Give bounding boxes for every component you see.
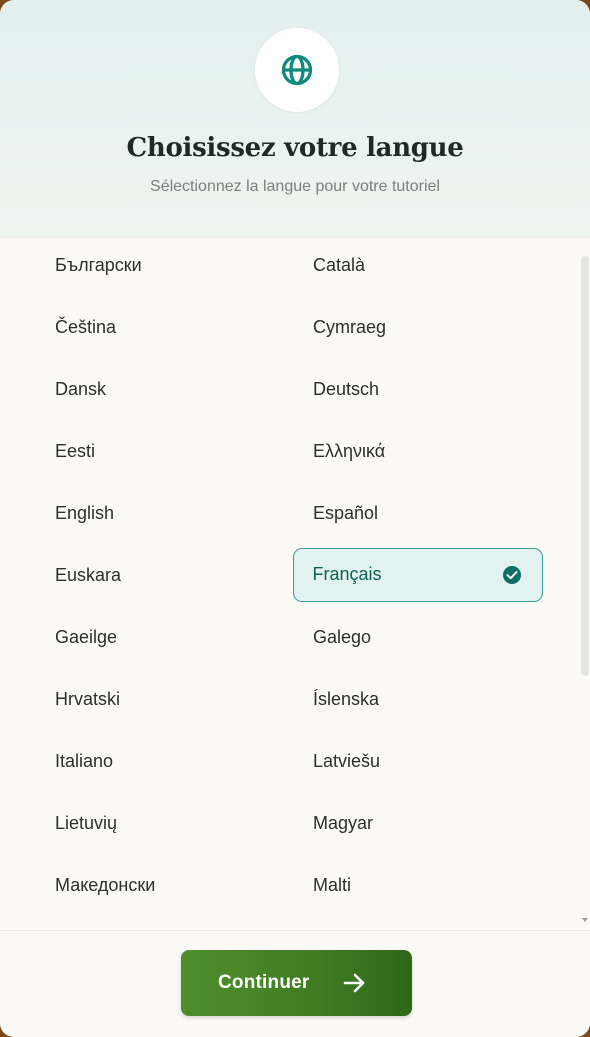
globe-badge [255, 28, 339, 112]
language-label: Français [312, 564, 382, 584]
language-label: Lietuvių [55, 813, 118, 833]
language-option[interactable]: Latviešu [293, 734, 543, 788]
language-list[interactable]: Български Català Čeština Cymraeg Dansk Deutsc… [0, 238, 590, 930]
language-label: Deutsch [313, 379, 380, 399]
language-option[interactable]: English [35, 486, 285, 540]
continue-label: Continuer [218, 972, 310, 993]
language-label: Македонски [55, 875, 156, 895]
language-option[interactable]: Magyar [293, 796, 543, 850]
language-option[interactable]: Български [35, 238, 285, 292]
language-option[interactable]: Malti [293, 858, 543, 912]
language-label: Català [313, 255, 366, 275]
language-label: Ελληνικά [313, 441, 386, 461]
modal-footer: Continuer [0, 930, 590, 1037]
language-option[interactable]: Lietuvių [35, 796, 285, 850]
language-option[interactable]: Galego [293, 610, 543, 664]
language-option[interactable]: Eesti [35, 424, 285, 478]
language-option[interactable]: Hrvatski [35, 672, 285, 726]
language-option[interactable]: Italiano [35, 734, 285, 788]
language-option[interactable]: Македонски [35, 858, 285, 912]
language-option[interactable]: Ελληνικά [293, 424, 543, 478]
language-label: Eesti [55, 441, 96, 461]
page-title: Choisissez votre langue [126, 133, 464, 163]
language-option-selected[interactable]: Français [293, 548, 543, 602]
page-subtitle: Sélectionnez la langue pour votre tutori… [150, 178, 440, 195]
language-label: Cymraeg [313, 317, 387, 337]
modal-header: Choisissez votre langue Sélectionnez la … [0, 0, 590, 238]
language-label: Magyar [313, 813, 374, 833]
language-label: Euskara [55, 565, 122, 585]
language-label: Italiano [55, 751, 114, 771]
scroll-down-icon[interactable] [582, 918, 588, 922]
continue-button[interactable]: Continuer [181, 950, 412, 1016]
language-label: Íslenska [313, 689, 380, 709]
language-label: Čeština [55, 317, 117, 337]
language-label: Български [55, 255, 142, 275]
language-label: Latviešu [313, 751, 381, 771]
language-option[interactable]: Cymraeg [293, 300, 543, 354]
language-option[interactable]: Dansk [35, 362, 285, 416]
language-label: Dansk [55, 379, 107, 399]
language-option[interactable]: Català [293, 238, 543, 292]
language-label: Galego [313, 627, 372, 647]
language-label: Gaeilge [55, 627, 118, 647]
globe-icon [281, 54, 313, 86]
language-label: Hrvatski [55, 689, 121, 709]
language-label: English [55, 503, 115, 523]
language-option[interactable]: Gaeilge [35, 610, 285, 664]
check-circle-icon [503, 566, 521, 584]
language-option[interactable]: Euskara [35, 548, 285, 602]
language-label: Español [313, 503, 379, 523]
language-option[interactable]: Español [293, 486, 543, 540]
language-modal: Choisissez votre langue Sélectionnez la … [0, 0, 590, 1037]
scrollbar-thumb[interactable] [581, 256, 589, 676]
language-option[interactable]: Íslenska [293, 672, 543, 726]
language-option[interactable]: Čeština [35, 300, 285, 354]
language-option[interactable]: Deutsch [293, 362, 543, 416]
language-label: Malti [313, 875, 352, 895]
arrow-right-icon [343, 973, 365, 993]
